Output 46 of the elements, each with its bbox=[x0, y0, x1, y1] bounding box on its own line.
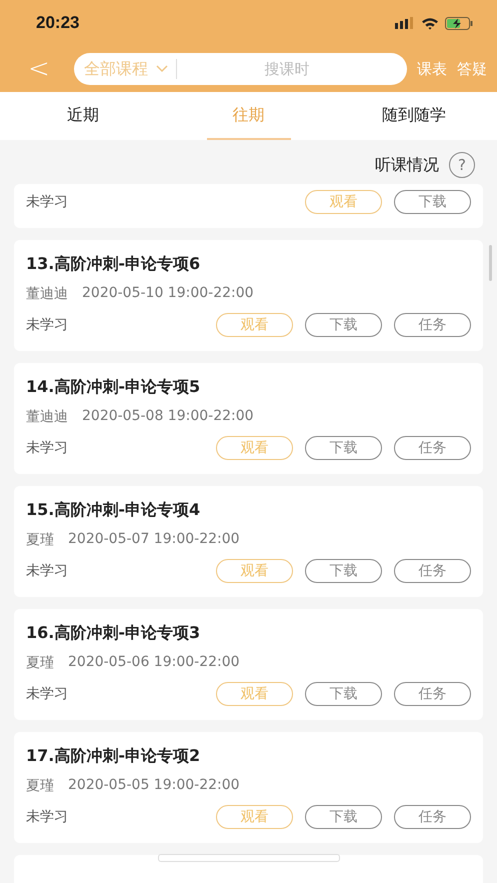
lesson-time: 2020-05-10 19:00-22:00 bbox=[82, 285, 254, 303]
action-button[interactable]: 下载 bbox=[394, 190, 471, 214]
study-status: 未学习 bbox=[26, 193, 69, 211]
teacher-name: 董迪迪 bbox=[26, 285, 68, 303]
wifi-icon bbox=[421, 16, 439, 30]
signal-icon bbox=[395, 17, 415, 29]
tab[interactable]: 往期 bbox=[166, 92, 332, 140]
teacher-name: 董迪迪 bbox=[26, 408, 68, 426]
lesson-time: 2020-05-07 19:00-22:00 bbox=[68, 531, 240, 549]
teacher-name: 夏瑾 bbox=[26, 654, 54, 672]
lesson-time: 2020-05-08 19:00-22:00 bbox=[82, 408, 254, 426]
lesson-time: 2020-05-06 19:00-22:00 bbox=[68, 654, 240, 672]
attendance-label: 听课情况 bbox=[375, 154, 439, 176]
header-link[interactable]: 课表 bbox=[417, 60, 447, 78]
chevron-down-icon bbox=[156, 65, 168, 73]
lesson-time: 2020-05-05 19:00-22:00 bbox=[68, 777, 240, 795]
action-button[interactable]: 下载 bbox=[305, 805, 382, 829]
teacher-name: 夏瑾 bbox=[26, 777, 54, 795]
lesson-title: 16.高阶冲刺-申论专项3 bbox=[26, 623, 202, 644]
lesson-title: 15.高阶冲刺-申论专项4 bbox=[26, 500, 202, 521]
action-button[interactable]: 下载 bbox=[305, 682, 382, 706]
action-button[interactable]: 下载 bbox=[305, 313, 382, 337]
header-link[interactable]: 答疑 bbox=[457, 60, 487, 78]
back-button[interactable]: < bbox=[28, 54, 64, 84]
lesson-title: 13.高阶冲刺-申论专项6 bbox=[26, 254, 202, 275]
action-button[interactable]: 下载 bbox=[305, 436, 382, 460]
action-button[interactable]: 任务 bbox=[394, 436, 471, 460]
action-button[interactable]: 任务 bbox=[394, 313, 471, 337]
study-status: 未学习 bbox=[26, 316, 69, 334]
tab[interactable]: 近期 bbox=[0, 92, 166, 140]
study-status: 未学习 bbox=[26, 808, 69, 826]
action-button[interactable]: 任务 bbox=[394, 805, 471, 829]
tab[interactable]: 随到随学 bbox=[331, 92, 497, 140]
battery-icon bbox=[445, 16, 473, 30]
action-button[interactable]: 任务 bbox=[394, 682, 471, 706]
lesson-title: 17.高阶冲刺-申论专项2 bbox=[26, 746, 202, 767]
study-status: 未学习 bbox=[26, 685, 69, 703]
status-time: 20:23 bbox=[36, 13, 80, 33]
study-status: 未学习 bbox=[26, 439, 69, 457]
study-status: 未学习 bbox=[26, 562, 69, 580]
action-button[interactable]: 下载 bbox=[305, 559, 382, 583]
scrollbar bbox=[489, 245, 492, 281]
lesson-title: 14.高阶冲刺-申论专项5 bbox=[26, 377, 202, 398]
action-button[interactable]: 任务 bbox=[394, 559, 471, 583]
teacher-name: 夏瑾 bbox=[26, 531, 54, 549]
help-button[interactable]: ? bbox=[449, 152, 475, 178]
